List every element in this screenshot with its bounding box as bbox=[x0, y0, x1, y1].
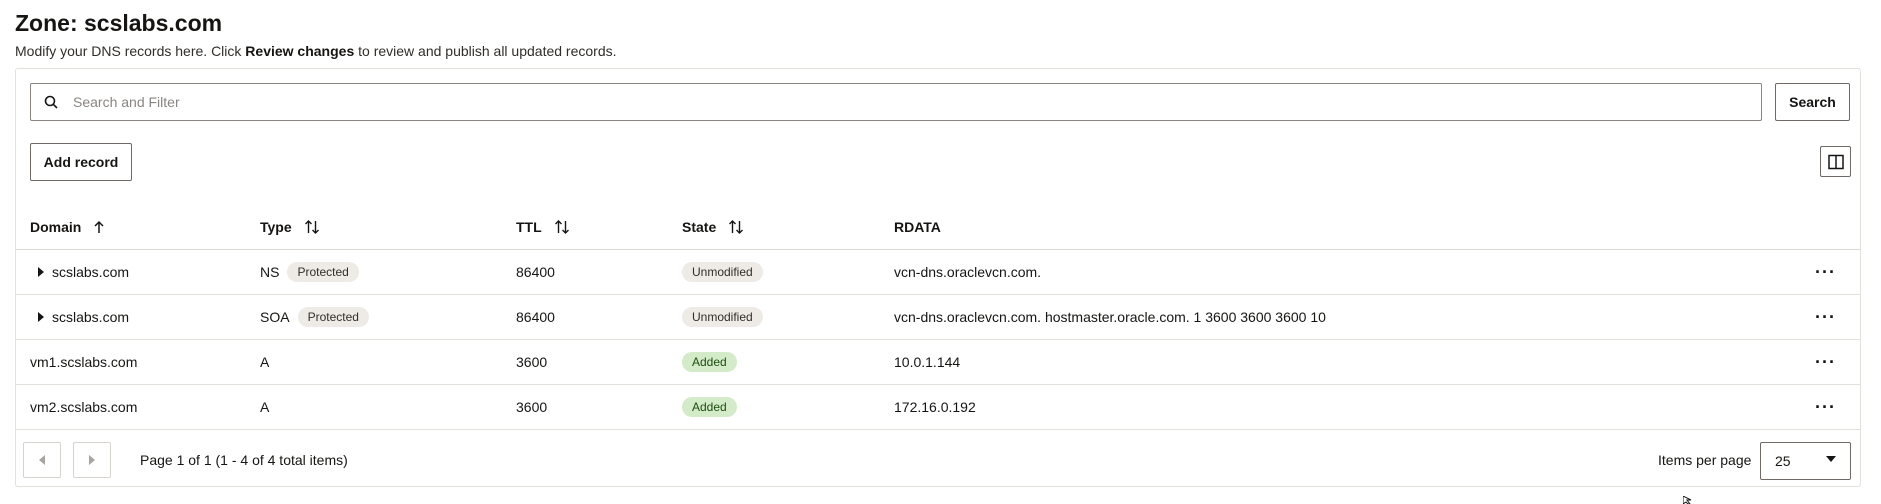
cell-rdata: vcn-dns.oraclevcn.com. hostmaster.oracle… bbox=[894, 294, 1790, 340]
row-actions-menu[interactable]: ··· bbox=[1790, 339, 1860, 385]
page-header: Zone: scslabs.com Modify your DNS record… bbox=[15, 8, 617, 61]
page-description: Modify your DNS records here. Click Revi… bbox=[15, 41, 617, 61]
row-actions-menu[interactable]: ··· bbox=[1790, 249, 1860, 295]
row-actions-menu[interactable]: ··· bbox=[1790, 294, 1860, 340]
column-header-type[interactable]: Type bbox=[260, 204, 516, 250]
state-badge: Unmodified bbox=[682, 262, 763, 282]
search-input[interactable] bbox=[71, 84, 1761, 120]
records-panel: Search Add record Domain Type TTL State … bbox=[15, 68, 1861, 487]
cell-type: NS Protected bbox=[260, 249, 516, 295]
cell-ttl: 3600 bbox=[516, 384, 682, 430]
desc-text-pre: Modify your DNS records here. Click bbox=[15, 43, 246, 59]
sort-icon[interactable] bbox=[304, 219, 320, 235]
sort-ascending-icon[interactable] bbox=[93, 220, 105, 234]
columns-icon bbox=[1827, 154, 1844, 169]
protected-badge: Protected bbox=[297, 307, 369, 327]
state-badge: Added bbox=[682, 397, 737, 417]
items-per-page-label: Items per page bbox=[1658, 452, 1752, 468]
chevron-right-icon bbox=[89, 455, 95, 465]
expand-caret-icon[interactable] bbox=[36, 312, 46, 322]
search-button[interactable]: Search bbox=[1775, 83, 1850, 121]
cell-rdata: vcn-dns.oraclevcn.com. bbox=[894, 249, 1790, 295]
expand-caret-icon[interactable] bbox=[36, 267, 46, 277]
cell-ttl: 3600 bbox=[516, 339, 682, 385]
records-table: Domain Type TTL State RDATA scslabs.com … bbox=[16, 204, 1860, 430]
cell-state: Added bbox=[682, 339, 894, 385]
previous-page-button[interactable] bbox=[23, 442, 61, 478]
pagination-info: Page 1 of 1 (1 - 4 of 4 total items) bbox=[140, 452, 348, 468]
page-title: Zone: scslabs.com bbox=[15, 10, 223, 36]
protected-badge: Protected bbox=[287, 262, 359, 282]
cell-type: A bbox=[260, 384, 516, 430]
mouse-cursor-icon bbox=[1683, 496, 1692, 504]
cell-domain: scslabs.com bbox=[16, 249, 260, 295]
cell-state: Unmodified bbox=[682, 249, 894, 295]
chevron-down-icon bbox=[1826, 456, 1836, 462]
cell-rdata: 10.0.1.144 bbox=[894, 339, 1790, 385]
column-header-domain[interactable]: Domain bbox=[16, 204, 260, 250]
cell-type: A bbox=[260, 339, 516, 385]
cell-domain: vm1.scslabs.com bbox=[16, 339, 260, 385]
add-record-button[interactable]: Add record bbox=[30, 143, 132, 181]
pagination-bar: Page 1 of 1 (1 - 4 of 4 total items) Ite… bbox=[16, 432, 1860, 486]
column-header-state[interactable]: State bbox=[682, 204, 894, 250]
desc-text-bold: Review changes bbox=[245, 43, 355, 59]
table-row[interactable]: vm2.scslabs.com A 3600 Added 172.16.0.19… bbox=[16, 384, 1860, 430]
column-header-ttl[interactable]: TTL bbox=[516, 204, 682, 250]
sort-icon[interactable] bbox=[728, 219, 744, 235]
items-per-page-select[interactable]: 25 bbox=[1760, 442, 1851, 480]
next-page-button[interactable] bbox=[73, 442, 111, 478]
sort-icon[interactable] bbox=[554, 219, 570, 235]
cell-state: Added bbox=[682, 384, 894, 430]
chevron-left-icon bbox=[39, 455, 45, 465]
cell-rdata: 172.16.0.192 bbox=[894, 384, 1790, 430]
table-row[interactable]: vm1.scslabs.com A 3600 Added 10.0.1.144 … bbox=[16, 339, 1860, 385]
state-badge: Unmodified bbox=[682, 307, 763, 327]
search-icon bbox=[31, 95, 71, 109]
table-header-row: Domain Type TTL State RDATA bbox=[16, 204, 1860, 250]
table-row[interactable]: scslabs.com SOA Protected 86400 Unmodifie… bbox=[16, 294, 1860, 340]
cell-domain: vm2.scslabs.com bbox=[16, 384, 260, 430]
cell-type: SOA Protected bbox=[260, 294, 516, 340]
cell-ttl: 86400 bbox=[516, 249, 682, 295]
state-badge: Added bbox=[682, 352, 737, 372]
desc-text-post: to review and publish all updated record… bbox=[354, 43, 617, 59]
column-header-rdata: RDATA bbox=[894, 204, 1790, 250]
cell-ttl: 86400 bbox=[516, 294, 682, 340]
cell-state: Unmodified bbox=[682, 294, 894, 340]
table-row[interactable]: scslabs.com NS Protected 86400 Unmodified… bbox=[16, 249, 1860, 295]
column-header-actions bbox=[1790, 204, 1860, 250]
cell-domain: scslabs.com bbox=[16, 294, 260, 340]
row-actions-menu[interactable]: ··· bbox=[1790, 384, 1860, 430]
column-settings-button[interactable] bbox=[1820, 146, 1851, 177]
search-box[interactable] bbox=[30, 83, 1762, 121]
items-per-page-value: 25 bbox=[1775, 453, 1791, 469]
